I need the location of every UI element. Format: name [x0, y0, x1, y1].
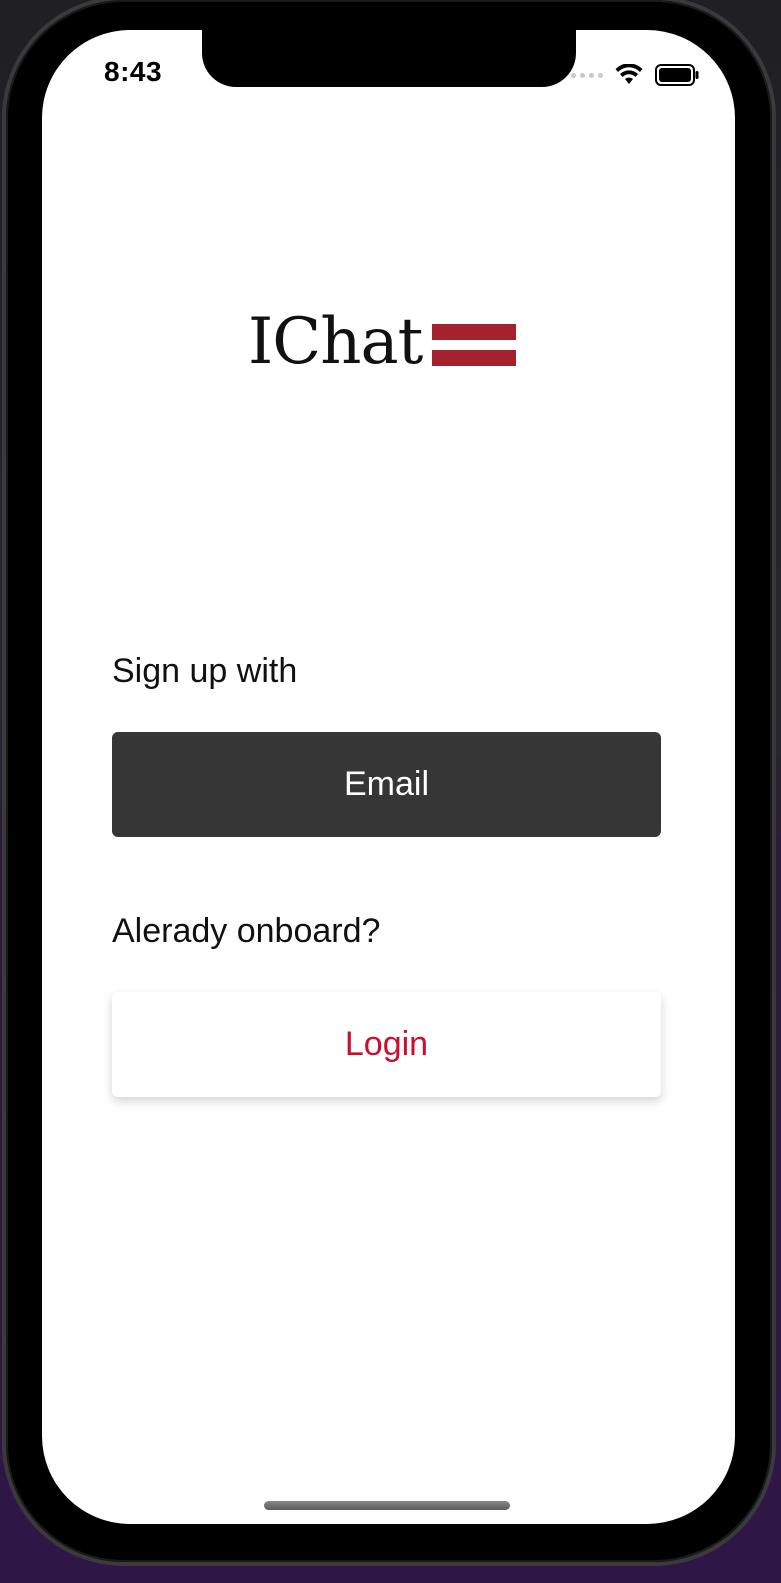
battery-icon	[655, 64, 699, 86]
app-screen: 8:43 IChat Sign up with Email Alerady on…	[42, 30, 735, 1524]
signal-dots-icon	[571, 72, 603, 78]
device-notch	[202, 30, 576, 87]
app-logo: IChat	[248, 305, 517, 379]
status-time: 8:43	[104, 56, 163, 87]
login-button[interactable]: Login	[112, 992, 661, 1097]
double-bar-mark-icon	[432, 324, 517, 366]
home-indicator[interactable]	[264, 1501, 510, 1510]
wifi-icon	[615, 64, 643, 84]
already-onboard-label: Alerady onboard?	[112, 912, 381, 950]
status-icons	[571, 64, 699, 86]
phone-frame: 8:43 IChat Sign up with Email Alerady on…	[6, 0, 772, 1562]
email-signup-button[interactable]: Email	[112, 732, 661, 837]
signup-label: Sign up with	[112, 652, 298, 690]
logo-text: IChat	[248, 305, 423, 379]
